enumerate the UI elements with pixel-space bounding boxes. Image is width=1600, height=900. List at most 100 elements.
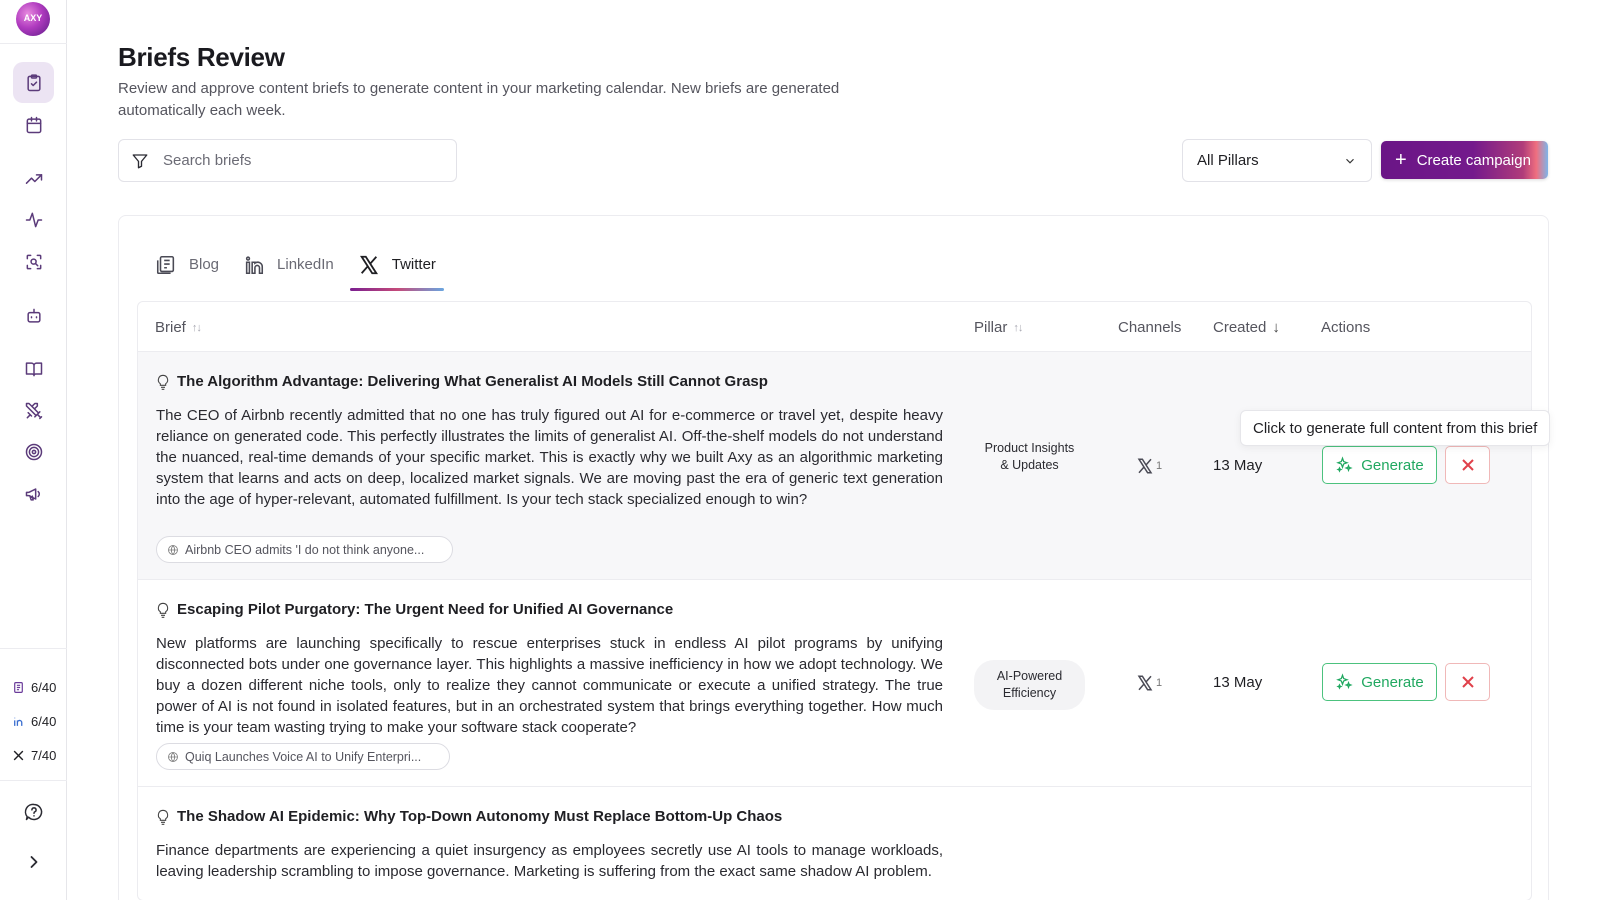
close-icon <box>1461 459 1474 471</box>
expand-sidebar-button[interactable] <box>13 841 54 882</box>
logo-area: AXY <box>0 0 67 44</box>
source-link[interactable]: Airbnb CEO admits 'I do not think anyone… <box>156 536 453 563</box>
reject-button[interactable] <box>1445 663 1490 701</box>
book-open-icon <box>25 361 42 376</box>
table-row[interactable]: The Algorithm Advantage: Delivering What… <box>138 352 1531 580</box>
table-header: Brief ↑↓ Pillar ↑↓ Channels Created ↓ Ac… <box>138 302 1531 352</box>
calendar-icon <box>26 116 41 133</box>
blog-icon <box>156 255 175 274</box>
tab-twitter[interactable]: Twitter <box>349 238 445 291</box>
column-pillar[interactable]: Pillar ↑↓ <box>974 319 1023 336</box>
help-divider <box>0 780 67 781</box>
column-channels-label: Channels <box>1118 319 1182 336</box>
nav-scan[interactable] <box>13 241 54 282</box>
nav-trends[interactable] <box>13 158 54 199</box>
channel-tabs: Blog LinkedIn Twitter <box>147 238 452 291</box>
channel-twitter: 1 <box>1136 674 1162 692</box>
brief-body: New platforms are launching specifically… <box>156 635 943 736</box>
generate-tooltip: Click to generate full content from this… <box>1240 410 1551 446</box>
usage-twitter: 7/40 <box>12 746 56 764</box>
generate-button[interactable]: Generate <box>1322 663 1437 701</box>
channel-count: 1 <box>1156 677 1163 689</box>
linkedin-icon <box>12 715 25 728</box>
x-icon <box>1137 458 1153 474</box>
x-icon <box>12 749 25 762</box>
briefs-card: Blog LinkedIn Twitter Brief ↑↓ Pillar ↑↓ <box>118 215 1549 900</box>
table-row[interactable]: The Shadow AI Epidemic: Why Top-Down Aut… <box>138 787 1531 900</box>
lightbulb-icon <box>157 809 169 825</box>
brief-title: The Shadow AI Epidemic: Why Top-Down Aut… <box>156 808 782 825</box>
blog-icon <box>12 681 25 694</box>
usage-divider <box>0 648 67 649</box>
globe-icon <box>168 544 178 555</box>
column-brief[interactable]: Brief ↑↓ <box>155 319 202 336</box>
bot-icon <box>26 308 41 323</box>
scan-search-icon <box>26 254 41 269</box>
table-row[interactable]: Escaping Pilot Purgatory: The Urgent Nee… <box>138 580 1531 787</box>
brief-title: The Algorithm Advantage: Delivering What… <box>156 373 768 390</box>
pillar-filter-select[interactable]: All Pillars <box>1182 139 1372 182</box>
nav-competitors[interactable] <box>13 390 54 431</box>
source-link[interactable]: Quiq Launches Voice AI to Unify Enterpri… <box>156 743 450 770</box>
generate-button[interactable]: Generate <box>1322 446 1437 484</box>
search-input[interactable] <box>163 152 423 169</box>
sparkles-icon <box>1336 673 1353 690</box>
channel-count: 1 <box>1156 460 1163 472</box>
column-actions: Actions <box>1321 319 1370 336</box>
generate-label: Generate <box>1361 456 1424 474</box>
nav-library[interactable] <box>13 348 54 389</box>
usage-blog-value: 6/40 <box>31 679 57 695</box>
tab-blog-label: Blog <box>189 256 220 273</box>
x-icon <box>1137 675 1153 691</box>
page-description: Review and approve content briefs to gen… <box>118 80 840 119</box>
search-box[interactable] <box>118 139 457 182</box>
nav-campaigns[interactable] <box>13 473 54 514</box>
brief-title-text: Escaping Pilot Purgatory: The Urgent Nee… <box>177 601 674 618</box>
brief-title: Escaping Pilot Purgatory: The Urgent Nee… <box>156 601 673 618</box>
globe-icon <box>168 751 178 762</box>
sort-desc-icon: ↓ <box>1272 319 1280 336</box>
lightbulb-icon <box>157 602 169 618</box>
pillar-badge: AI-Powered Efficiency <box>974 660 1085 710</box>
brief-title-text: The Shadow AI Epidemic: Why Top-Down Aut… <box>177 808 783 825</box>
source-link-text: Quiq Launches Voice AI to Unify Enterpri… <box>185 749 422 764</box>
nav-calendar[interactable] <box>13 104 54 145</box>
sort-icon: ↑↓ <box>191 321 202 334</box>
column-actions-label: Actions <box>1321 319 1371 336</box>
usage-linkedin: 6/40 <box>12 712 56 730</box>
filter-icon <box>132 153 148 168</box>
linkedin-icon <box>245 255 264 274</box>
clipboard-check-icon <box>26 73 41 91</box>
create-campaign-button[interactable]: + Create campaign <box>1381 141 1548 179</box>
briefs-table: Brief ↑↓ Pillar ↑↓ Channels Created ↓ Ac… <box>137 301 1532 900</box>
sparkles-icon <box>1336 456 1353 473</box>
tab-blog[interactable]: Blog <box>147 238 227 291</box>
chevron-right-icon <box>30 855 37 868</box>
source-link-text: Airbnb CEO admits 'I do not think anyone… <box>185 542 425 557</box>
megaphone-icon <box>25 487 40 501</box>
pillar-badge: Product Insights & Updates <box>984 441 1075 472</box>
nav-goals[interactable] <box>13 431 54 472</box>
sort-icon: ↑↓ <box>1013 321 1023 334</box>
reject-button[interactable] <box>1445 446 1490 484</box>
target-icon <box>25 443 42 460</box>
help-button[interactable] <box>13 791 54 832</box>
column-created[interactable]: Created ↓ <box>1213 319 1280 336</box>
swords-icon <box>25 402 42 419</box>
help-circle-icon <box>24 803 42 820</box>
create-campaign-label: Create campaign <box>1416 151 1531 169</box>
nav-activity[interactable] <box>13 199 54 240</box>
brand-logo[interactable]: AXY <box>16 2 50 36</box>
created-date: 13 May <box>1213 674 1263 691</box>
tab-linkedin[interactable]: LinkedIn <box>235 238 342 291</box>
usage-twitter-value: 7/40 <box>31 747 57 763</box>
trending-up-icon <box>25 173 42 184</box>
nav-bot[interactable] <box>13 295 54 336</box>
tab-linkedin-label: LinkedIn <box>277 256 334 273</box>
brief-body: The CEO of Airbnb recently admitted that… <box>156 407 943 508</box>
channel-twitter: 1 <box>1136 457 1162 475</box>
column-channels: Channels <box>1118 319 1181 336</box>
tab-twitter-label: Twitter <box>391 256 436 273</box>
nav-briefs[interactable] <box>13 62 54 103</box>
brief-body: Finance departments are experiencing a q… <box>156 842 943 880</box>
